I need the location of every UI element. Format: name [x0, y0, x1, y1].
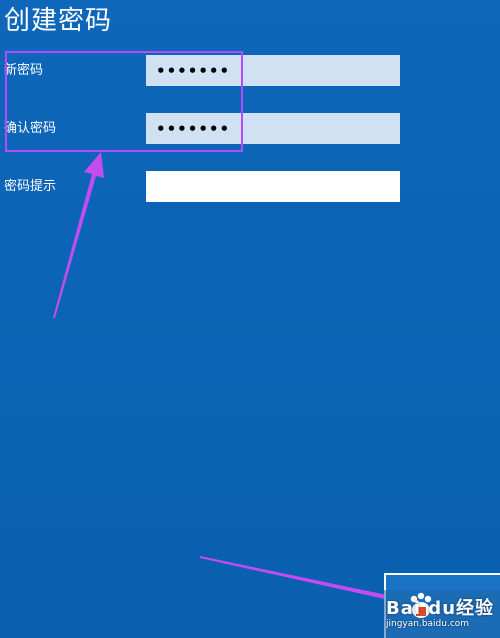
- annotation-arrow-up: [53, 152, 104, 318]
- watermark-logo: Bai du经验: [386, 598, 495, 619]
- watermark-site: jingyan.baidu.com: [386, 619, 470, 629]
- create-password-page: 创建密码 新密码 确认密码 密码提示 Bai du经验 jingyan.baid…: [0, 0, 500, 638]
- annotation-arrows: [53, 152, 416, 605]
